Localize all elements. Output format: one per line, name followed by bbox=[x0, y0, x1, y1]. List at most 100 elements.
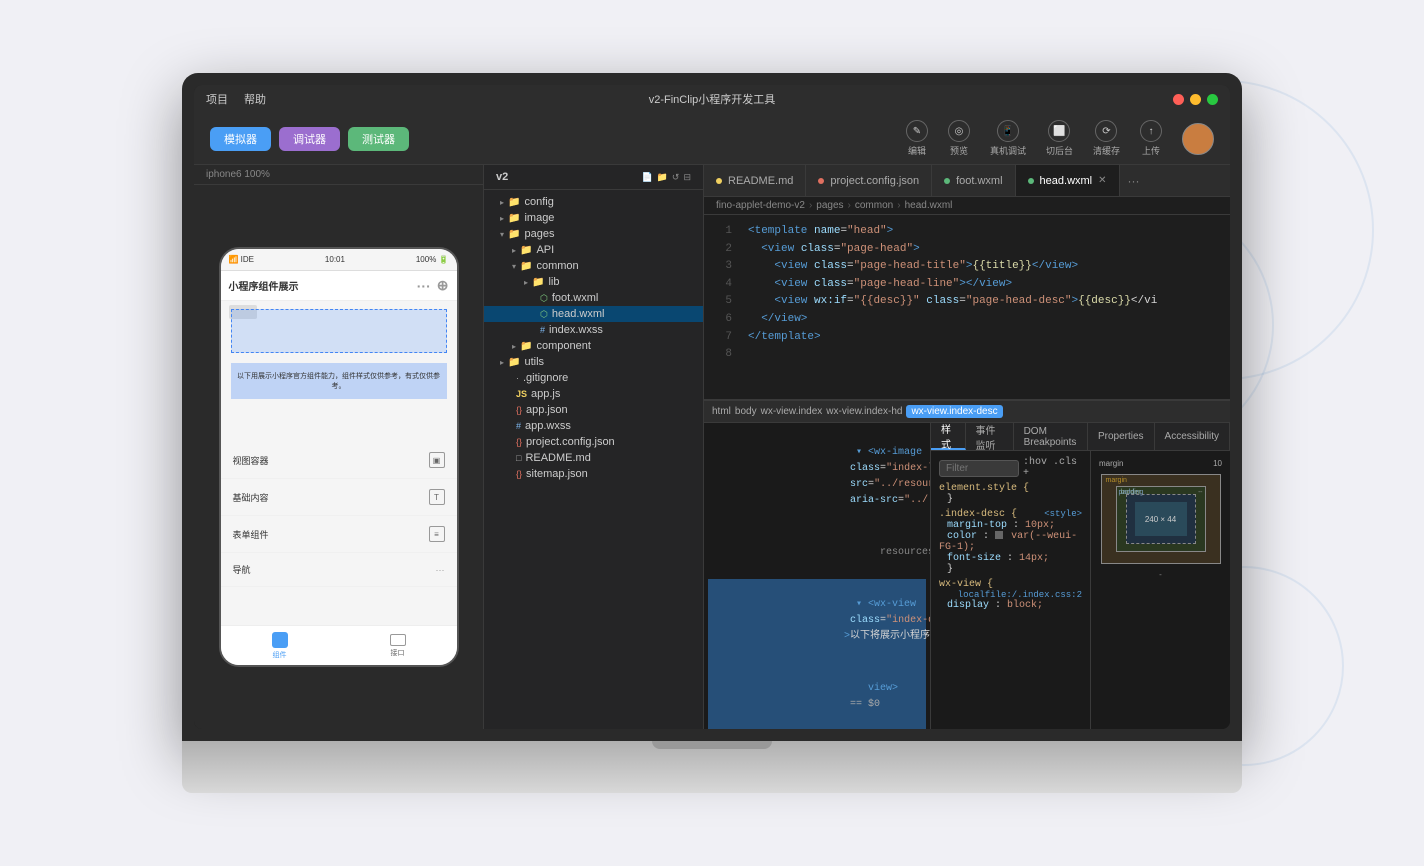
tab-dot-readme bbox=[716, 178, 722, 184]
elem-index[interactable]: wx-view.index bbox=[761, 406, 823, 417]
menu-icon-3: ≡ bbox=[429, 526, 445, 542]
menu-item-3[interactable]: 表单组件 ≡ bbox=[221, 516, 457, 553]
folder-pages[interactable]: 📁 pages bbox=[484, 226, 703, 242]
box-padding: padding - 240 × 44 bbox=[1126, 494, 1196, 544]
json-icon-sitemap: {} bbox=[516, 469, 522, 479]
phone-text-content: 以下用展示小程序官方组件能力，组件样式仅供参考，有式仅供参考。 bbox=[231, 363, 447, 399]
folder-icon-common: 📁 bbox=[520, 261, 532, 272]
margin-bottom-value: - bbox=[1099, 570, 1222, 579]
file-index-wxss[interactable]: # index.wxss bbox=[484, 322, 703, 338]
menu-bar: 项目 帮助 bbox=[206, 91, 266, 107]
line-numbers: 1 2 3 4 5 6 7 8 bbox=[704, 215, 736, 399]
minimize-button[interactable] bbox=[1190, 94, 1201, 105]
action-edit[interactable]: ✎ 编辑 bbox=[906, 120, 928, 157]
user-avatar[interactable] bbox=[1182, 123, 1214, 155]
action-real-debug[interactable]: 📱 真机调试 bbox=[990, 120, 1026, 157]
file-app-json[interactable]: {} app.json bbox=[484, 402, 703, 418]
style-rule-wx-view: wx-view { localfile:/.index.css:2 displa… bbox=[939, 579, 1082, 611]
phone-menu-dots[interactable]: ··· bbox=[417, 278, 431, 294]
folder-image[interactable]: 📁 image bbox=[484, 210, 703, 226]
html-tree[interactable]: ▾ <wx-image class="index-logo" src="../r… bbox=[704, 423, 930, 729]
tab-foot-wxml[interactable]: foot.wxml bbox=[932, 165, 1015, 196]
file-foot-wxml[interactable]: ⬡ foot.wxml bbox=[484, 290, 703, 306]
code-line-7: </template> bbox=[748, 329, 1218, 347]
battery: 100% 🔋 bbox=[416, 255, 449, 264]
menu-icon-4: ··· bbox=[436, 565, 445, 575]
folder-common[interactable]: 📁 common bbox=[484, 258, 703, 274]
bc-file: head.wxml bbox=[905, 200, 953, 211]
bc-sep-1: › bbox=[809, 200, 812, 211]
upload-icon: ↑ bbox=[1140, 120, 1162, 142]
folder-config[interactable]: 📁 config bbox=[484, 194, 703, 210]
file-sitemap[interactable]: {} sitemap.json bbox=[484, 466, 703, 482]
nav-item-interface[interactable]: 接口 bbox=[339, 626, 457, 665]
maximize-button[interactable] bbox=[1207, 94, 1218, 105]
folder-lib[interactable]: 📁 lib bbox=[484, 274, 703, 290]
tab-head-wxml[interactable]: head.wxml ✕ bbox=[1016, 165, 1120, 196]
new-file-icon[interactable]: 📄 bbox=[641, 172, 652, 183]
real-debug-label: 真机调试 bbox=[990, 144, 1026, 157]
menu-item-4[interactable]: 导航 ··· bbox=[221, 553, 457, 587]
tab-tester[interactable]: 测试器 bbox=[348, 127, 409, 151]
box-model-header: margin 10 bbox=[1099, 459, 1222, 468]
menu-item-2[interactable]: 基础内容 T bbox=[221, 479, 457, 516]
file-head-wxml[interactable]: ⬡ head.wxml bbox=[484, 306, 703, 322]
nav-item-components[interactable]: 组件 bbox=[221, 626, 339, 665]
folder-icon-lib: 📁 bbox=[532, 277, 544, 288]
menu-help[interactable]: 帮助 bbox=[244, 91, 266, 107]
elem-index-hd[interactable]: wx-view.index-hd bbox=[826, 406, 902, 417]
tab-debugger[interactable]: 调试器 bbox=[279, 127, 340, 151]
action-background[interactable]: ⬜ 切后台 bbox=[1046, 120, 1073, 157]
folder-component[interactable]: 📁 component bbox=[484, 338, 703, 354]
chevron-api bbox=[512, 246, 516, 255]
tab-project-config[interactable]: project.config.json bbox=[806, 165, 932, 196]
html-node-desc[interactable]: ▾ <wx-view class="index-desc" >以下将展示小程序官… bbox=[708, 579, 926, 663]
window-controls bbox=[1173, 94, 1218, 105]
refresh-icon[interactable]: ↺ bbox=[672, 172, 680, 183]
main-content: iphone6 100% 📶 IDE 10:01 100% 🔋 小程序组件展示 bbox=[194, 165, 1230, 729]
folder-utils[interactable]: 📁 utils bbox=[484, 354, 703, 370]
edit-icon: ✎ bbox=[906, 120, 928, 142]
file-gitignore[interactable]: · .gitignore bbox=[484, 370, 703, 386]
tab-properties[interactable]: Properties bbox=[1088, 423, 1155, 450]
code-line-6: </view> bbox=[748, 311, 1218, 329]
collapse-icon[interactable]: ⊟ bbox=[683, 172, 691, 183]
code-area: 1 2 3 4 5 6 7 8 <templa bbox=[704, 215, 1230, 729]
file-readme[interactable]: □ README.md bbox=[484, 450, 703, 466]
folder-api[interactable]: 📁 API bbox=[484, 242, 703, 258]
tab-simulator[interactable]: 模拟器 bbox=[210, 127, 271, 151]
tab-event-listeners[interactable]: 事件监听 bbox=[966, 423, 1014, 450]
folder-icon-config: 📁 bbox=[508, 197, 520, 208]
menu-item-1[interactable]: 视图容器 ▣ bbox=[221, 442, 457, 479]
action-preview[interactable]: ◎ 预览 bbox=[948, 120, 970, 157]
element-size: 240 × 44 bbox=[418, 301, 445, 303]
preview-icon: ◎ bbox=[948, 120, 970, 142]
elem-index-desc[interactable]: wx-view.index-desc bbox=[906, 405, 1002, 418]
json-icon-project: {} bbox=[516, 437, 522, 447]
close-button[interactable] bbox=[1173, 94, 1184, 105]
file-project-config[interactable]: {} project.config.json bbox=[484, 434, 703, 450]
phone-nav-bar: 组件 接口 bbox=[221, 625, 457, 665]
tab-close-head[interactable]: ✕ bbox=[1098, 175, 1106, 186]
file-app-js[interactable]: JS app.js bbox=[484, 386, 703, 402]
menu-project[interactable]: 项目 bbox=[206, 91, 228, 107]
menu-icon-2: T bbox=[429, 489, 445, 505]
phone-close-btn[interactable]: ⊕ bbox=[437, 277, 449, 294]
tab-readme[interactable]: README.md bbox=[704, 165, 806, 196]
carrier-info: 📶 IDE bbox=[229, 255, 255, 264]
new-folder-icon[interactable]: 📁 bbox=[657, 172, 668, 183]
filter-input[interactable] bbox=[939, 460, 1019, 477]
wxml-icon-foot: ⬡ bbox=[540, 293, 548, 304]
action-upload[interactable]: ↑ 上传 bbox=[1140, 120, 1162, 157]
tab-more-button[interactable]: ··· bbox=[1120, 165, 1148, 196]
tab-styles[interactable]: 样式 bbox=[931, 423, 966, 450]
file-app-wxss[interactable]: # app.wxss bbox=[484, 418, 703, 434]
tab-accessibility[interactable]: Accessibility bbox=[1155, 423, 1230, 450]
tab-dom-breakpoints[interactable]: DOM Breakpoints bbox=[1014, 423, 1088, 450]
action-clear-cache[interactable]: ⟳ 清缓存 bbox=[1093, 120, 1120, 157]
elem-html[interactable]: html bbox=[712, 406, 731, 417]
phone-highlight-box: wx-view.index-desc 240 × 44 bbox=[231, 309, 447, 353]
elem-body[interactable]: body bbox=[735, 406, 757, 417]
style-filter: :hov .cls + bbox=[939, 457, 1082, 479]
code-editor[interactable]: 1 2 3 4 5 6 7 8 <templa bbox=[704, 215, 1230, 399]
